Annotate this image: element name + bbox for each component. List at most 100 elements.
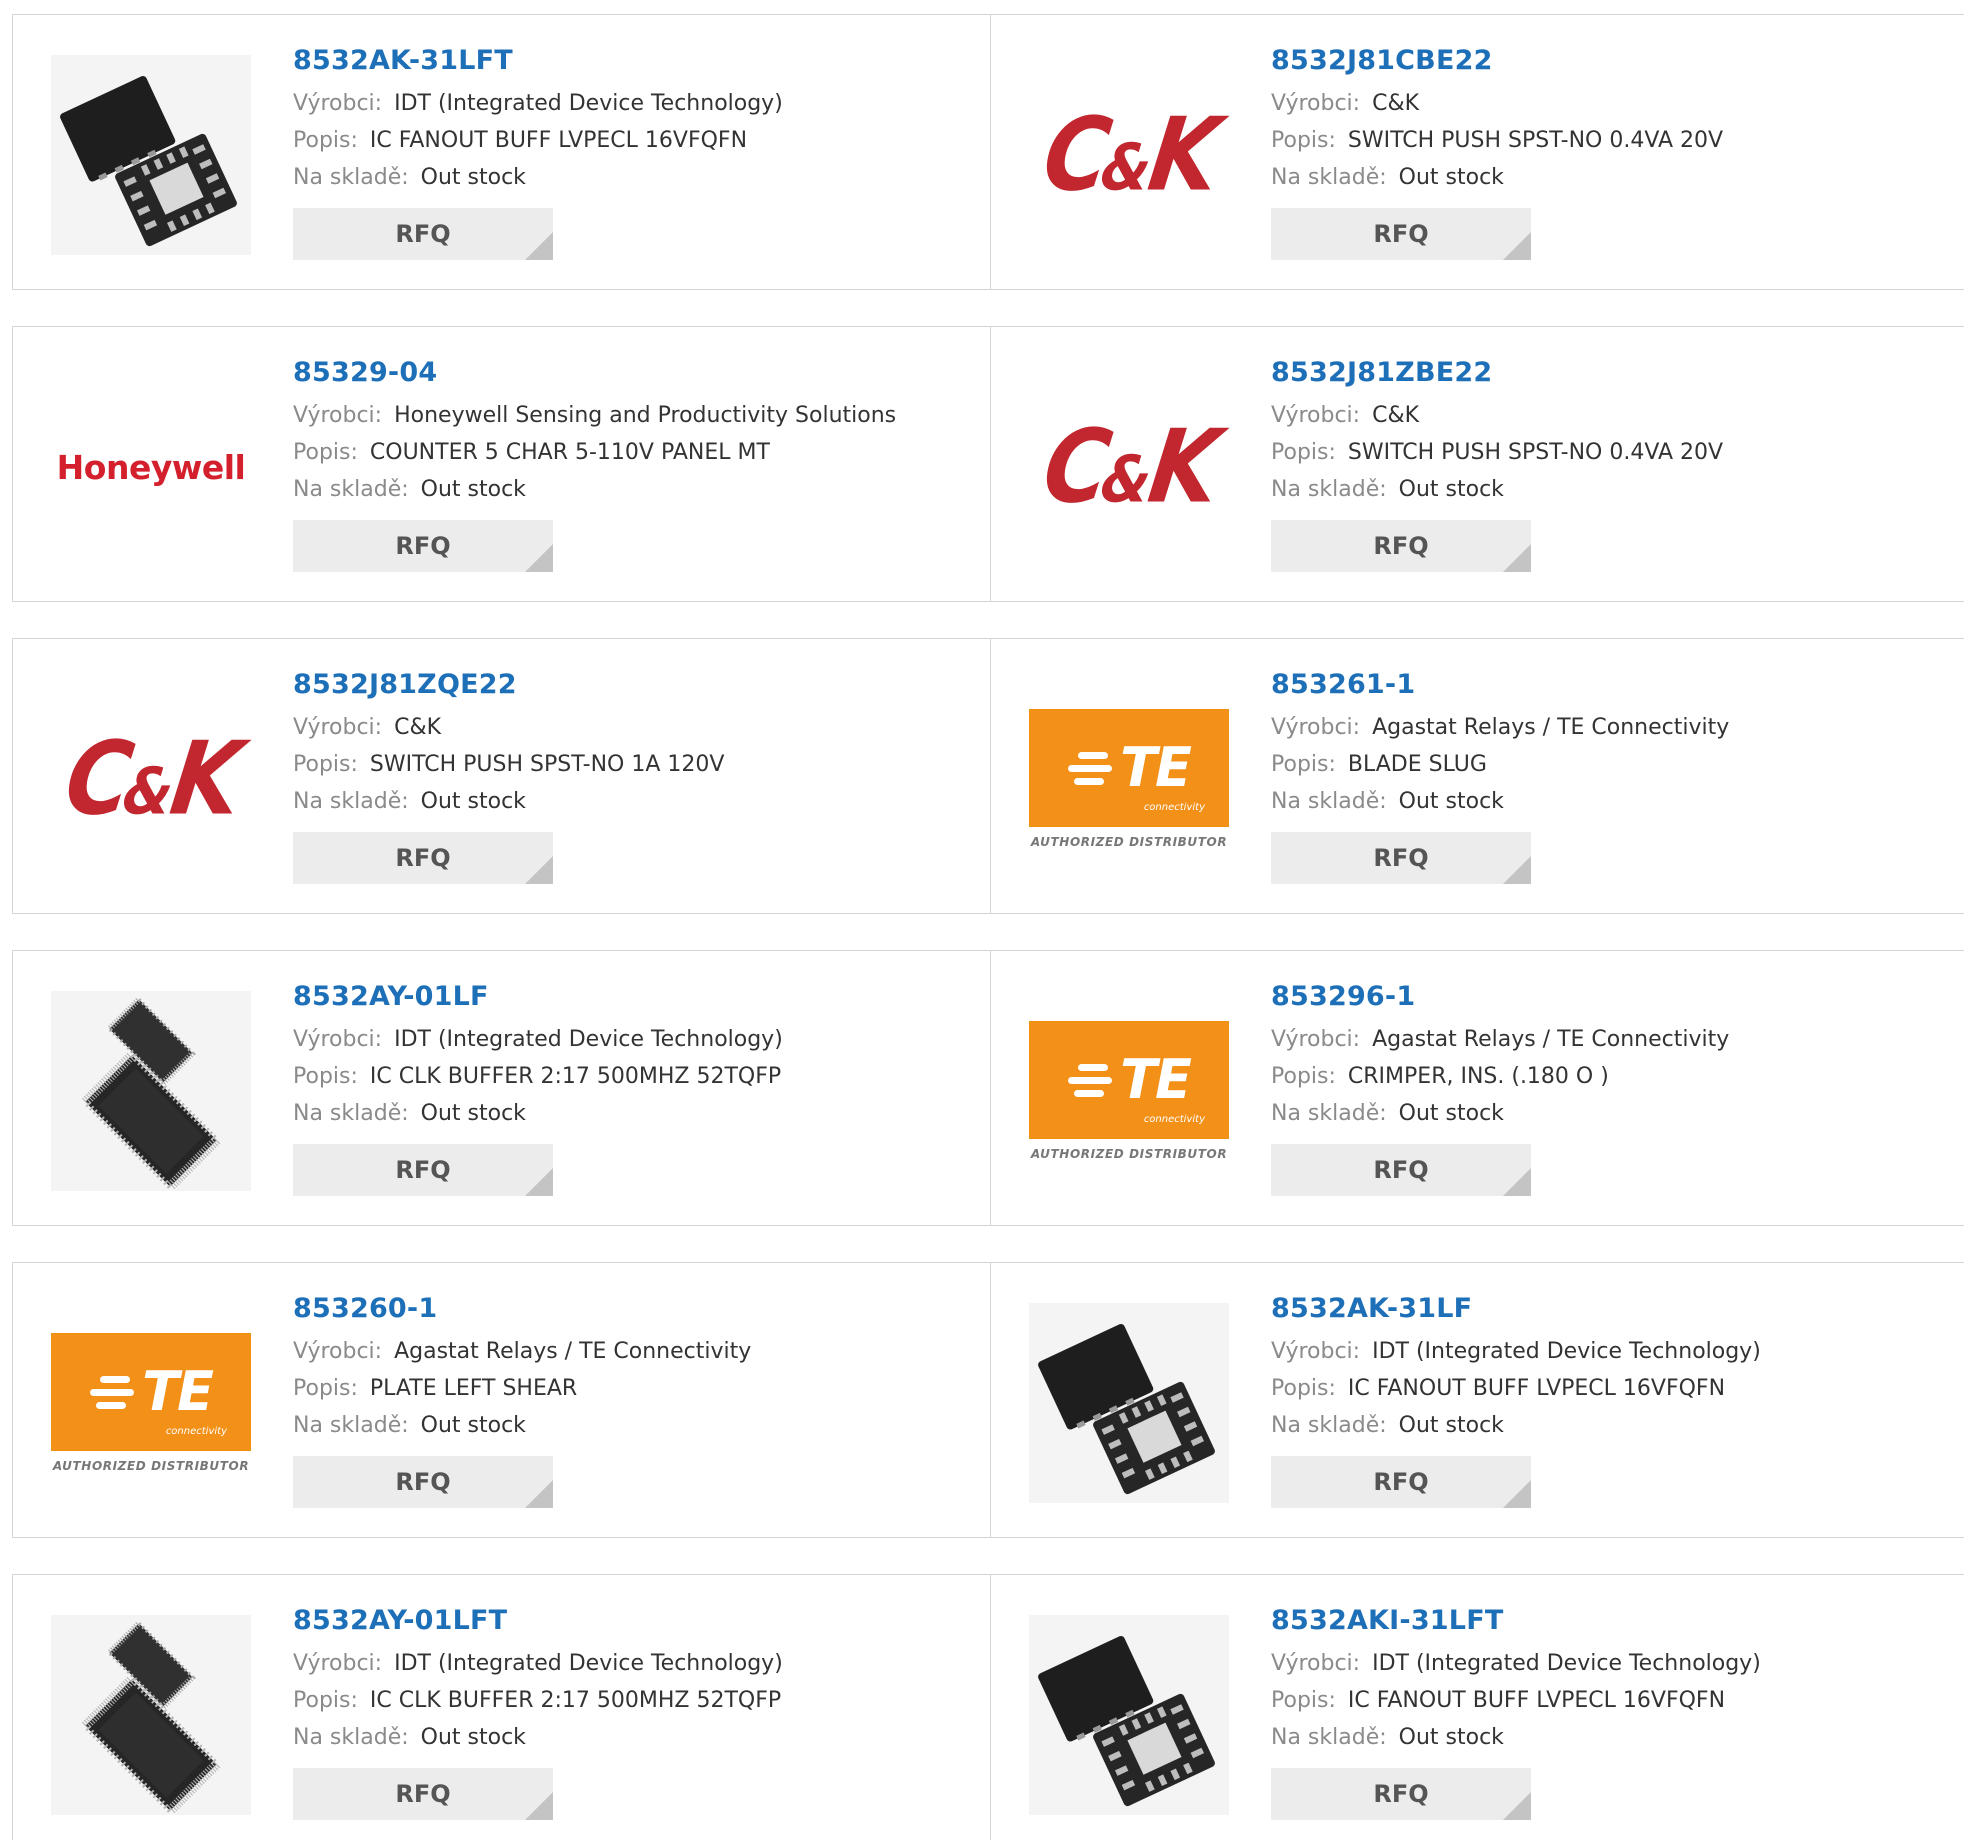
manufacturer-row: Výrobci: C&K <box>1271 85 1723 122</box>
ck-logo: C&K <box>1036 407 1222 526</box>
description-label: Popis: <box>1271 1064 1336 1089</box>
product-part-link[interactable]: 853260-1 <box>293 1293 751 1333</box>
rfq-button[interactable]: RFQ <box>293 520 553 572</box>
product-thumbnail[interactable]: Honeywell <box>51 367 251 567</box>
te-logo: TE connectivity AUTHORIZED DISTRIBUTOR <box>1029 709 1229 849</box>
description-row: Popis: CRIMPER, INS. (.180 O ) <box>1271 1058 1729 1095</box>
product-card: TE connectivity AUTHORIZED DISTRIBUTOR 8… <box>13 1263 991 1537</box>
te-logo: TE connectivity AUTHORIZED DISTRIBUTOR <box>1029 1021 1229 1161</box>
product-thumbnail[interactable] <box>51 1615 251 1815</box>
stock-row: Na skladě: Out stock <box>293 1719 783 1756</box>
product-row: TE connectivity AUTHORIZED DISTRIBUTOR 8… <box>12 1262 1964 1538</box>
manufacturer-label: Výrobci: <box>293 715 383 740</box>
rfq-button[interactable]: RFQ <box>293 1456 553 1508</box>
product-part-link[interactable]: 853296-1 <box>1271 981 1729 1021</box>
rfq-button[interactable]: RFQ <box>293 1768 553 1820</box>
te-sub-text: connectivity <box>165 1426 227 1437</box>
description-label: Popis: <box>293 128 358 153</box>
product-row: 8532AY-01LFT Výrobci: IDT (Integrated Dev… <box>12 1574 1964 1840</box>
product-part-link[interactable]: 8532J81CBE22 <box>1271 45 1723 85</box>
te-sub-text: connectivity <box>1143 802 1205 813</box>
product-card: C&K 8532J81ZBE22 Výrobci: C&K Popis: SWITC… <box>991 327 1964 601</box>
description-row: Popis: SWITCH PUSH SPST-NO 1A 120V <box>293 746 724 783</box>
manufacturer-label: Výrobci: <box>293 1027 383 1052</box>
stock-value: Out stock <box>420 1413 526 1438</box>
stock-label: Na skladě: <box>1271 1413 1387 1438</box>
stock-value: Out stock <box>1398 165 1504 190</box>
stock-label: Na skladě: <box>1271 165 1387 190</box>
rfq-button[interactable]: RFQ <box>1271 208 1531 260</box>
product-part-link[interactable]: 853261-1 <box>1271 669 1729 709</box>
product-thumbnail[interactable]: C&K <box>51 679 251 879</box>
product-part-link[interactable]: 8532AK-31LFT <box>293 45 783 85</box>
manufacturer-row: Výrobci: Agastat Relays / TE Connectivity <box>293 1333 751 1370</box>
stock-row: Na skladě: Out stock <box>293 1095 783 1132</box>
description-row: Popis: BLADE SLUG <box>1271 746 1729 783</box>
product-thumbnail[interactable] <box>51 55 251 255</box>
rfq-button[interactable]: RFQ <box>1271 1456 1531 1508</box>
manufacturer-row: Výrobci: Honeywell Sensing and Productivi… <box>293 397 896 434</box>
stock-label: Na skladě: <box>293 477 409 502</box>
description-label: Popis: <box>1271 752 1336 777</box>
description-value: CRIMPER, INS. (.180 O ) <box>1347 1064 1609 1089</box>
rfq-button[interactable]: RFQ <box>1271 1768 1531 1820</box>
rfq-label: RFQ <box>395 220 451 248</box>
product-card: C&K 8532J81ZQE22 Výrobci: C&K Popis: SWITC… <box>13 639 991 913</box>
rfq-button[interactable]: RFQ <box>293 832 553 884</box>
product-thumbnail[interactable] <box>1029 1303 1229 1503</box>
product-part-link[interactable]: 85329-04 <box>293 357 896 397</box>
manufacturer-label: Výrobci: <box>293 403 383 428</box>
product-thumbnail[interactable]: TE connectivity AUTHORIZED DISTRIBUTOR <box>1029 679 1229 879</box>
qfn-chip-icon <box>1029 1615 1229 1815</box>
description-value: BLADE SLUG <box>1347 752 1487 777</box>
manufacturer-value: C&K <box>1372 91 1420 116</box>
product-part-link[interactable]: 8532AK-31LF <box>1271 1293 1761 1333</box>
product-part-link[interactable]: 8532J81ZBE22 <box>1271 357 1723 397</box>
product-thumbnail[interactable] <box>1029 1615 1229 1815</box>
rfq-button[interactable]: RFQ <box>293 208 553 260</box>
tqfp-chip-icon <box>51 1615 251 1815</box>
stock-row: Na skladě: Out stock <box>1271 1095 1729 1132</box>
manufacturer-label: Výrobci: <box>293 91 383 116</box>
qfn-chip-icon <box>51 55 251 255</box>
stock-row: Na skladě: Out stock <box>1271 783 1729 820</box>
product-info: 8532AK-31LFT Výrobci: IDT (Integrated Dev… <box>293 45 783 260</box>
product-part-link[interactable]: 8532J81ZQE22 <box>293 669 724 709</box>
rfq-label: RFQ <box>395 844 451 872</box>
stock-value: Out stock <box>420 789 526 814</box>
description-label: Popis: <box>1271 128 1336 153</box>
stock-value: Out stock <box>420 1101 526 1126</box>
stock-value: Out stock <box>1398 789 1504 814</box>
manufacturer-value: IDT (Integrated Device Technology) <box>394 1027 783 1052</box>
product-info: 853296-1 Výrobci: Agastat Relays / TE Con… <box>1271 981 1729 1196</box>
rfq-button[interactable]: RFQ <box>1271 832 1531 884</box>
rfq-button[interactable]: RFQ <box>293 1144 553 1196</box>
rfq-button[interactable]: RFQ <box>1271 1144 1531 1196</box>
product-info: 853260-1 Výrobci: Agastat Relays / TE Con… <box>293 1293 751 1508</box>
product-thumbnail[interactable]: C&K <box>1029 367 1229 567</box>
manufacturer-label: Výrobci: <box>1271 403 1361 428</box>
product-part-link[interactable]: 8532AY-01LFT <box>293 1605 783 1645</box>
product-thumbnail[interactable] <box>51 991 251 1191</box>
qfn-chip-icon <box>1029 1303 1229 1503</box>
product-card: C&K 8532J81CBE22 Výrobci: C&K Popis: SWITC… <box>991 15 1964 289</box>
rfq-corner-decoration <box>1503 856 1531 884</box>
rfq-button[interactable]: RFQ <box>1271 520 1531 572</box>
rfq-corner-decoration <box>525 1168 553 1196</box>
stock-row: Na skladě: Out stock <box>293 783 724 820</box>
product-thumbnail[interactable]: TE connectivity AUTHORIZED DISTRIBUTOR <box>51 1303 251 1503</box>
description-label: Popis: <box>293 440 358 465</box>
rfq-label: RFQ <box>1373 1780 1429 1808</box>
product-part-link[interactable]: 8532AY-01LF <box>293 981 783 1021</box>
product-row: Honeywell 85329-04 Výrobci: Honeywell Sen… <box>12 326 1964 602</box>
product-part-link[interactable]: 8532AKI-31LFT <box>1271 1605 1761 1645</box>
rfq-corner-decoration <box>1503 232 1531 260</box>
stock-value: Out stock <box>420 165 526 190</box>
stock-row: Na skladě: Out stock <box>293 1407 751 1444</box>
rfq-corner-decoration <box>1503 544 1531 572</box>
product-thumbnail[interactable]: TE connectivity AUTHORIZED DISTRIBUTOR <box>1029 991 1229 1191</box>
product-thumbnail[interactable]: C&K <box>1029 55 1229 255</box>
rfq-label: RFQ <box>395 1156 451 1184</box>
description-row: Popis: PLATE LEFT SHEAR <box>293 1370 751 1407</box>
rfq-label: RFQ <box>1373 1468 1429 1496</box>
